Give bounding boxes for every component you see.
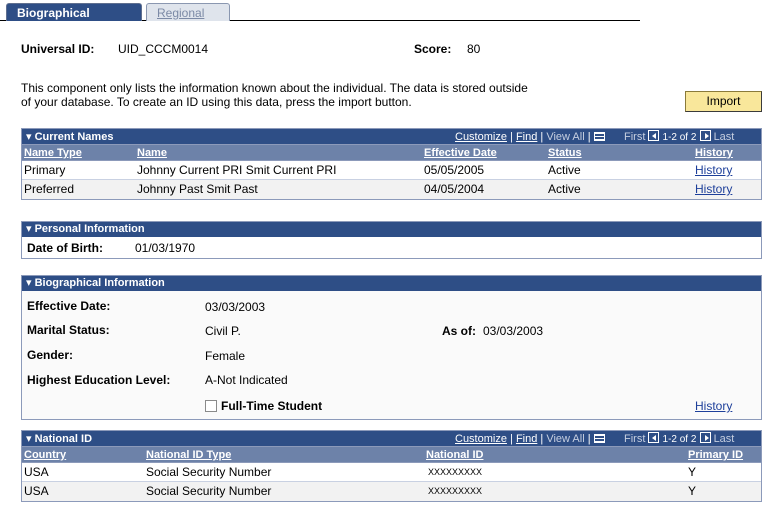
education-level-label: Highest Education Level: (27, 373, 171, 387)
marital-status-label: Marital Status: (27, 323, 110, 337)
primary-id-cell: Y (688, 484, 697, 498)
tab-biographical-details[interactable]: Biographical Details (6, 3, 142, 34)
history-link[interactable]: History (693, 161, 732, 180)
col-status[interactable]: Status (546, 145, 582, 161)
score-value: 80 (467, 42, 481, 56)
download-grid-icon[interactable] (593, 434, 605, 443)
date-of-birth-value: 01/03/1970 (135, 241, 196, 255)
as-of-value: 03/03/2003 (483, 324, 544, 338)
col-national-id-type[interactable]: National ID Type (144, 447, 231, 463)
national-id-column-headers: Country National ID Type National ID Pri… (22, 447, 761, 463)
full-time-student-label: Full-Time Student (221, 399, 323, 413)
col-country[interactable]: Country (22, 447, 66, 463)
first-label: First (624, 131, 646, 143)
table-row: Preferred Johnny Past Smit Past 04/05/20… (22, 180, 761, 199)
name-type-cell: Preferred (24, 182, 75, 196)
history-link[interactable]: History (693, 180, 732, 199)
download-grid-icon[interactable] (593, 132, 605, 141)
table-row: USA Social Security Number XXXXXXXXX Y (22, 482, 761, 501)
effective-date-cell: 05/05/2005 (424, 163, 485, 177)
national-id-cell: XXXXXXXXX (428, 467, 483, 477)
bio-history-link[interactable]: History (695, 399, 732, 413)
full-time-student-field: Full-Time Student (205, 399, 322, 413)
score-label: Score: (414, 42, 452, 56)
country-cell: USA (24, 465, 49, 479)
last-label: Last (713, 433, 735, 445)
bio-effective-date-label: Effective Date: (27, 299, 111, 313)
gender-label: Gender: (27, 348, 74, 362)
customize-link[interactable]: Customize (455, 433, 507, 445)
col-name-type[interactable]: Name Type (22, 145, 82, 161)
current-names-nav: Customize | Find | View All | (455, 129, 605, 145)
universal-id-label: Universal ID: (21, 42, 95, 56)
table-row: USA Social Security Number XXXXXXXXX Y (22, 463, 761, 482)
range-text: 1-2 of 2 (662, 434, 697, 445)
id-type-cell: Social Security Number (146, 465, 272, 479)
personal-information-section: ▾ Personal Information Date of Birth: 01… (21, 221, 762, 259)
customize-link[interactable]: Customize (455, 131, 507, 143)
name-cell: Johnny Current PRI Smit Current PRI (137, 163, 337, 177)
tab-regional[interactable]: Regional (146, 3, 230, 21)
view-all-link[interactable]: View All (546, 131, 584, 143)
national-id-grid: ▾ National ID Customize | Find | View Al… (21, 430, 762, 502)
previous-arrow-icon[interactable] (648, 130, 660, 141)
national-id-header: ▾ National ID Customize | Find | View Al… (22, 431, 761, 447)
status-cell: Active (548, 182, 581, 196)
intro-line-2: of your database. To create an ID using … (21, 95, 412, 109)
current-names-title: ▾ Current Names (26, 131, 114, 143)
national-id-pager: First 1-2 of 2 Last (624, 431, 734, 448)
country-cell: USA (24, 484, 49, 498)
name-type-cell: Primary (24, 163, 66, 177)
intro-text: This component only lists the informatio… (21, 81, 581, 109)
previous-arrow-icon[interactable] (648, 432, 660, 443)
find-link[interactable]: Find (516, 131, 537, 143)
range-text: 1-2 of 2 (662, 132, 697, 143)
national-id-nav: Customize | Find | View All | (455, 431, 605, 447)
biographical-information-section: ▾ Biographical Information Effective Dat… (21, 275, 762, 420)
status-cell: Active (548, 163, 581, 177)
first-label: First (624, 433, 646, 445)
view-all-link[interactable]: View All (546, 433, 584, 445)
bio-effective-date-value: 03/03/2003 (205, 300, 266, 314)
current-names-column-headers: Name Type Name Effective Date Status His… (22, 145, 761, 161)
next-arrow-icon[interactable] (699, 432, 711, 443)
current-names-grid: ▾ Current Names Customize | Find | View … (21, 128, 762, 200)
col-history[interactable]: History (693, 145, 733, 161)
date-of-birth-label: Date of Birth: (27, 241, 103, 255)
col-national-id[interactable]: National ID (424, 447, 483, 463)
effective-date-cell: 04/05/2004 (424, 182, 485, 196)
next-arrow-icon[interactable] (699, 130, 711, 141)
primary-id-cell: Y (688, 465, 697, 479)
personal-information-header: ▾ Personal Information (22, 222, 761, 237)
marital-status-value: Civil P. (205, 324, 241, 338)
gender-value: Female (205, 349, 246, 363)
education-level-value: A-Not Indicated (205, 373, 288, 387)
col-effective-date[interactable]: Effective Date (422, 145, 497, 161)
full-time-student-checkbox[interactable] (205, 400, 217, 412)
id-type-cell: Social Security Number (146, 484, 272, 498)
current-names-header: ▾ Current Names Customize | Find | View … (22, 129, 761, 145)
last-label: Last (713, 131, 735, 143)
national-id-title: ▾ National ID (26, 433, 93, 445)
import-button[interactable]: Import (685, 91, 762, 112)
col-primary-id[interactable]: Primary ID (686, 447, 743, 463)
tab-bar: Biographical Details Regional (0, 0, 640, 34)
col-name[interactable]: Name (135, 145, 167, 161)
table-row: Primary Johnny Current PRI Smit Current … (22, 161, 761, 180)
find-link[interactable]: Find (516, 433, 537, 445)
biographical-information-header: ▾ Biographical Information (22, 276, 761, 291)
current-names-pager: First 1-2 of 2 Last (624, 129, 734, 146)
name-cell: Johnny Past Smit Past (137, 182, 258, 196)
intro-line-1: This component only lists the informatio… (21, 81, 528, 95)
national-id-cell: XXXXXXXXX (428, 486, 483, 496)
as-of-label: As of: (442, 324, 476, 338)
universal-id-value: UID_CCCM0014 (118, 42, 209, 56)
